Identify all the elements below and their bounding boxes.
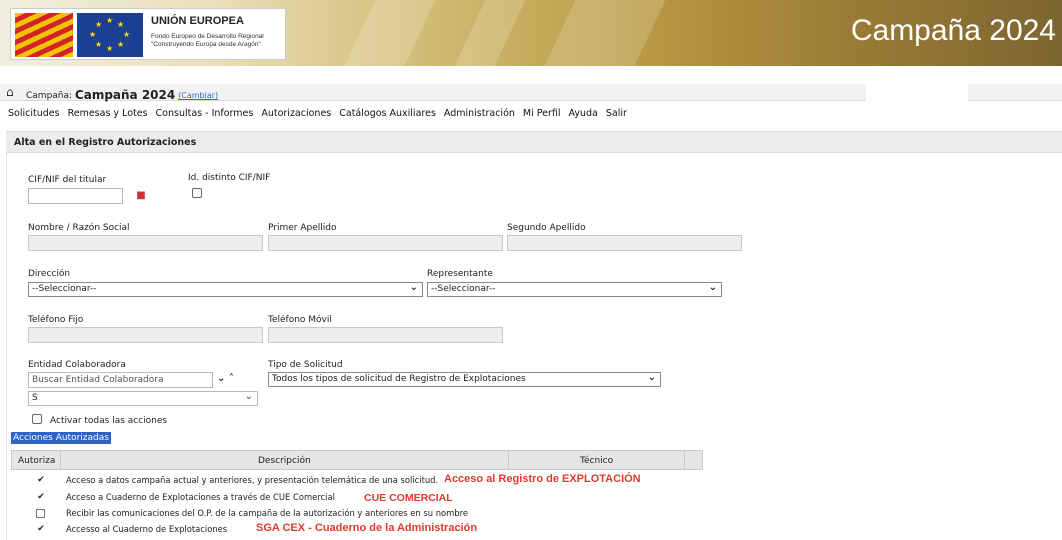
chevron-down-icon: ⌄ xyxy=(647,372,656,383)
chevron-down-icon: ⌄ xyxy=(244,391,253,402)
entidad-label: Entidad Colaboradora xyxy=(28,360,126,370)
tipo-solicitud-select[interactable]: Todos los tipos de solicitud de Registro… xyxy=(268,372,661,387)
chevron-down-icon: ⌄ xyxy=(708,282,717,293)
direccion-select[interactable]: --Seleccionar-- ⌄ xyxy=(28,282,423,297)
row-annotation: CUE COMERCIAL xyxy=(364,492,453,504)
table-row: ✔ Acceso a datos campaña actual y anteri… xyxy=(11,473,703,486)
aragon-flag-icon xyxy=(15,13,73,57)
eu-subtitle-line: Fondo Europeo de Desarrollo Regional xyxy=(151,33,264,40)
menu-item-ayuda[interactable]: Ayuda xyxy=(569,108,598,119)
eu-title: UNIÓN EUROPEA xyxy=(151,15,244,27)
representante-value: --Seleccionar-- xyxy=(431,284,496,294)
column-header-descripcion: Descripción xyxy=(258,456,311,466)
id-distinto-checkbox[interactable] xyxy=(192,188,202,198)
eu-subtitle: Fondo Europeo de Desarrollo Regional "Co… xyxy=(151,33,264,49)
eu-logo-block: ★ ★ ★ ★ ★ ★ ★ ★ UNIÓN EUROPEA Fondo Euro… xyxy=(10,8,286,60)
entidad-select-value: S xyxy=(32,393,38,403)
menu-item-salir[interactable]: Salir xyxy=(606,108,627,119)
eu-flag-icon: ★ ★ ★ ★ ★ ★ ★ ★ xyxy=(77,13,143,57)
menu-item-solicitudes[interactable]: Solicitudes xyxy=(8,108,60,119)
telefono-fijo-field[interactable] xyxy=(28,327,263,343)
entidad-placeholder: Buscar Entidad Colaboradora xyxy=(32,375,164,385)
column-divider xyxy=(60,451,61,469)
representante-label: Representante xyxy=(427,269,493,279)
table-row: ✔ Acceso a Cuaderno de Explotaciones a t… xyxy=(11,491,703,504)
campaign-value: Campaña 2024 xyxy=(74,88,176,102)
acciones-title: Acciones Autorizadas xyxy=(11,432,111,444)
home-icon[interactable]: ⌂ xyxy=(6,85,14,99)
telefono-movil-field[interactable] xyxy=(268,327,503,343)
cif-label: CIF/NIF del titular xyxy=(28,175,107,185)
column-divider xyxy=(508,451,509,469)
table-row: Recibir las comunicaciones del O.P. de l… xyxy=(11,507,703,519)
id-distinto-label: Id. distinto CIF/NIF xyxy=(188,173,271,183)
chevron-down-up-icon[interactable]: ⌄ ˄ xyxy=(217,373,234,384)
header-banner: ★ ★ ★ ★ ★ ★ ★ ★ UNIÓN EUROPEA Fondo Euro… xyxy=(0,0,1062,66)
campaign-bar: ⌂ Campaña: Campaña 2024 (Cambiar) xyxy=(0,84,1062,102)
autoriza-checkbox[interactable] xyxy=(36,509,45,518)
cif-input[interactable] xyxy=(28,188,123,204)
campaign-label: Campaña: xyxy=(26,91,73,101)
row-annotation: Acceso al Registro de EXPLOTACIÓN xyxy=(444,473,641,485)
activar-todas-checkbox[interactable] xyxy=(32,414,42,424)
column-divider xyxy=(684,451,685,469)
direccion-value: --Seleccionar-- xyxy=(32,284,97,294)
campaign-selector: Campaña: Campaña 2024 (Cambiar) xyxy=(26,87,218,102)
segundo-apellido-label: Segundo Apellido xyxy=(507,223,586,233)
nombre-label: Nombre / Razón Social xyxy=(28,223,130,233)
telefono-movil-label: Teléfono Móvil xyxy=(268,315,332,325)
autoriza-checkbox[interactable]: ✔ xyxy=(36,524,46,534)
eu-subtitle-line: "Construyendo Europa desde Aragón" xyxy=(151,41,261,48)
autoriza-checkbox[interactable]: ✔ xyxy=(36,475,46,485)
banner-decoration xyxy=(344,0,436,66)
autoriza-checkbox[interactable]: ✔ xyxy=(36,492,46,502)
banner-decoration xyxy=(544,0,666,66)
row-description: Recibir las comunicaciones del O.P. de l… xyxy=(66,508,469,518)
acciones-table: Autoriza Descripción Técnico ✔ Acceso a … xyxy=(11,450,703,535)
tipo-solicitud-value: Todos los tipos de solicitud de Registro… xyxy=(272,374,526,384)
row-description: Acceso a Cuaderno de Explotaciones a tra… xyxy=(66,492,335,502)
search-icon[interactable]: ■ xyxy=(134,189,148,203)
primer-apellido-label: Primer Apellido xyxy=(268,223,337,233)
segundo-apellido-field[interactable] xyxy=(507,235,742,251)
activar-todas-label: Activar todas las acciones xyxy=(50,416,168,426)
column-header-tecnico: Técnico xyxy=(580,456,614,466)
tipo-solicitud-label: Tipo de Solicitud xyxy=(268,360,343,370)
representante-select[interactable]: --Seleccionar-- ⌄ xyxy=(427,282,722,297)
user-info-box xyxy=(866,84,968,101)
telefono-fijo-label: Teléfono Fijo xyxy=(28,315,84,325)
nombre-field[interactable] xyxy=(28,235,263,251)
row-description: Accesso al Cuaderno de Explotaciones xyxy=(66,524,228,534)
menu-item-consultas[interactable]: Consultas - Informes xyxy=(156,108,254,119)
menu-item-mi-perfil[interactable]: Mi Perfil xyxy=(523,108,561,119)
column-header-autoriza: Autoriza xyxy=(18,456,56,466)
banner-decoration xyxy=(454,0,526,66)
menu-item-catalogos[interactable]: Catálogos Auxiliares xyxy=(339,108,436,119)
page-title: Alta en el Registro Autorizaciones xyxy=(14,137,197,148)
entidad-select[interactable]: S ⌄ xyxy=(28,391,258,406)
table-header: Autoriza Descripción Técnico xyxy=(11,450,703,470)
main-menu: Solicitudes Remesas y Lotes Consultas - … xyxy=(0,104,1062,122)
campaign-heading: Campaña 2024 xyxy=(850,14,1056,47)
entidad-search-input[interactable]: Buscar Entidad Colaboradora xyxy=(28,372,213,388)
menu-item-autorizaciones[interactable]: Autorizaciones xyxy=(261,108,331,119)
menu-item-administracion[interactable]: Administración xyxy=(444,108,515,119)
menu-item-remesas[interactable]: Remesas y Lotes xyxy=(68,108,148,119)
row-annotation: SGA CEX - Cuaderno de la Administración xyxy=(256,522,478,534)
row-description: Acceso a datos campaña actual y anterior… xyxy=(66,475,439,485)
primer-apellido-field[interactable] xyxy=(268,235,503,251)
table-row: ✔ Accesso al Cuaderno de Explotaciones S… xyxy=(11,522,703,535)
change-campaign-link[interactable]: (Cambiar) xyxy=(178,91,218,100)
chevron-down-icon: ⌄ xyxy=(409,282,418,293)
direccion-label: Dirección xyxy=(28,269,71,279)
section-header: Alta en el Registro Autorizaciones xyxy=(6,131,1062,153)
